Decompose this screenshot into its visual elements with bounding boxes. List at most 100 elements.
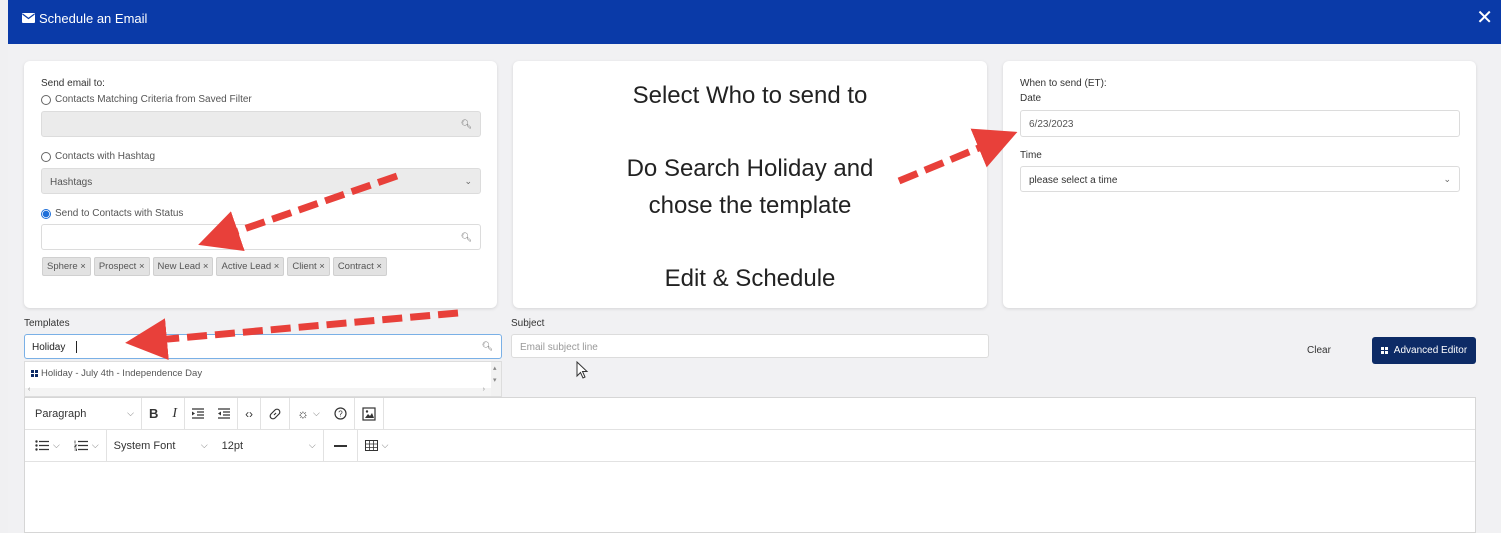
close-icon[interactable]: ✕ bbox=[1476, 8, 1493, 28]
hashtag-select[interactable]: Hashtags ⌄ bbox=[41, 168, 481, 194]
table-button[interactable]: ⌵ bbox=[358, 430, 396, 462]
scroll-up-icon[interactable]: ▴ bbox=[493, 364, 497, 372]
search-icon: 🔍︎ bbox=[481, 341, 493, 351]
chevron-down-icon: ⌵ bbox=[312, 408, 320, 418]
block-format-value: Paragraph bbox=[35, 407, 87, 420]
scroll-left-icon[interactable]: ‹ bbox=[28, 386, 30, 393]
time-label: Time bbox=[1020, 150, 1042, 161]
radio-status[interactable]: Send to Contacts with Status bbox=[41, 208, 183, 219]
editor-toolbar-row-1: Paragraph ⌵ B I ‹› ☼ ⌵ ? bbox=[25, 397, 1475, 430]
toolbar-separator bbox=[382, 397, 384, 430]
rich-text-editor[interactable]: Paragraph ⌵ B I ‹› ☼ ⌵ ? ⌵ ⌵ System Font… bbox=[24, 397, 1476, 533]
status-chip[interactable]: Client × bbox=[287, 257, 330, 276]
indent-icon bbox=[192, 408, 205, 419]
radio-button[interactable] bbox=[41, 94, 51, 105]
chevron-down-icon: ⌵ bbox=[308, 440, 316, 450]
dropdown-hscrollbar[interactable]: ‹ › bbox=[25, 386, 491, 396]
advanced-editor-label: Advanced Editor bbox=[1393, 345, 1468, 356]
radio-button-selected[interactable] bbox=[41, 208, 51, 219]
status-chip[interactable]: New Lead × bbox=[152, 257, 214, 276]
subject-input[interactable]: Email subject line bbox=[511, 334, 989, 358]
mouse-pointer-icon bbox=[576, 361, 589, 379]
radio-label: Send to Contacts with Status bbox=[55, 208, 184, 219]
chevron-down-icon: ⌵ bbox=[53, 440, 60, 450]
chevron-down-icon: ⌵ bbox=[381, 440, 389, 450]
templates-label: Templates bbox=[24, 318, 70, 329]
scroll-right-icon[interactable]: › bbox=[483, 386, 485, 393]
indent-button[interactable] bbox=[185, 398, 211, 430]
outdent-button[interactable] bbox=[211, 398, 237, 430]
radio-button[interactable] bbox=[41, 151, 51, 162]
search-icon: 🔍︎ bbox=[460, 232, 472, 242]
time-select[interactable]: please select a time ⌄ bbox=[1020, 166, 1460, 192]
text-cursor bbox=[76, 341, 77, 353]
source-code-button[interactable]: ‹› bbox=[238, 398, 260, 430]
horizontal-rule-icon bbox=[333, 444, 347, 447]
search-icon: 🔍︎ bbox=[460, 119, 472, 129]
templates-search-input[interactable]: Holiday 🔍︎ bbox=[24, 334, 502, 359]
template-icon bbox=[31, 369, 38, 377]
clear-button[interactable]: Clear bbox=[1296, 338, 1342, 362]
radio-saved-filter[interactable]: Contacts Matching Criteria from Saved Fi… bbox=[41, 94, 252, 105]
instruction-line-2b: chose the template bbox=[648, 192, 852, 219]
instruction-line-1: Select Who to send to bbox=[632, 82, 868, 109]
template-result-label: Holiday - July 4th - Independence Day bbox=[41, 368, 203, 379]
templates-search-value: Holiday bbox=[32, 342, 66, 353]
help-icon: ? bbox=[334, 407, 347, 420]
status-search-input[interactable]: 🔍︎ bbox=[41, 224, 481, 250]
radio-hashtag[interactable]: Contacts with Hashtag bbox=[41, 151, 155, 162]
status-chip[interactable]: Active Lead × bbox=[216, 257, 285, 276]
hashtag-select-value: Hashtags bbox=[50, 177, 93, 188]
color-picker-button[interactable]: ☼ ⌵ bbox=[290, 398, 327, 430]
date-value: 6/23/2023 bbox=[1029, 119, 1074, 130]
advanced-editor-button[interactable]: Advanced Editor bbox=[1372, 337, 1476, 364]
radio-label: Contacts with Hashtag bbox=[55, 151, 156, 162]
font-size-value: 12pt bbox=[221, 439, 244, 452]
recipients-heading: Send email to: bbox=[41, 78, 105, 89]
scroll-down-icon[interactable]: ▾ bbox=[493, 376, 497, 384]
date-input[interactable]: 6/23/2023 bbox=[1020, 110, 1460, 137]
chevron-down-icon: ⌄ bbox=[1443, 174, 1451, 184]
code-icon: ‹› bbox=[245, 406, 254, 421]
dialog-titlebar: Schedule an Email ✕ bbox=[8, 0, 1501, 44]
status-chip[interactable]: Sphere × bbox=[42, 257, 91, 276]
subject-label: Subject bbox=[511, 318, 545, 329]
link-icon bbox=[269, 408, 281, 419]
date-label: Date bbox=[1020, 93, 1042, 104]
font-family-select[interactable]: System Font ⌵ bbox=[107, 430, 215, 462]
chevron-down-icon: ⌵ bbox=[127, 408, 134, 418]
envelope-icon bbox=[22, 13, 35, 23]
horizontal-rule-button[interactable] bbox=[324, 430, 357, 462]
status-chip[interactable]: Contract × bbox=[332, 257, 387, 276]
templates-dropdown: Holiday - July 4th - Independence Day ▴ … bbox=[24, 361, 502, 397]
dialog-title: Schedule an Email bbox=[39, 11, 148, 26]
status-chip[interactable]: Prospect × bbox=[93, 257, 150, 276]
radio-label: Contacts Matching Criteria from Saved Fi… bbox=[55, 94, 252, 105]
template-result-item[interactable]: Holiday - July 4th - Independence Day bbox=[31, 368, 202, 379]
help-button[interactable]: ? bbox=[327, 398, 354, 430]
grid-icon bbox=[1380, 346, 1388, 354]
dropdown-scrollbar[interactable]: ▴ ▾ bbox=[491, 362, 501, 396]
status-chip-list: Sphere × Prospect × New Lead × Active Le… bbox=[42, 257, 387, 276]
outdent-icon bbox=[218, 408, 231, 419]
sun-icon: ☼ bbox=[297, 406, 309, 421]
subject-placeholder: Email subject line bbox=[520, 342, 598, 353]
table-icon bbox=[364, 440, 378, 451]
instruction-line-3: Edit & Schedule bbox=[664, 265, 836, 292]
bullet-list-icon bbox=[35, 440, 49, 451]
image-icon bbox=[362, 406, 376, 421]
bold-button[interactable]: B bbox=[142, 398, 165, 430]
saved-filter-search[interactable]: 🔍︎ bbox=[41, 111, 481, 137]
font-size-select[interactable]: 12pt ⌵ bbox=[215, 430, 323, 462]
bullet-list-button[interactable]: ⌵ bbox=[25, 430, 67, 462]
instruction-line-2a: Do Search Holiday and bbox=[626, 155, 874, 182]
time-value: please select a time bbox=[1029, 175, 1118, 186]
chevron-down-icon: ⌵ bbox=[200, 440, 208, 450]
chevron-down-icon: ⌵ bbox=[91, 440, 99, 450]
image-button[interactable] bbox=[355, 398, 383, 430]
numbered-list-button[interactable]: ⌵ bbox=[67, 430, 106, 462]
link-button[interactable] bbox=[261, 398, 289, 430]
italic-button[interactable]: I bbox=[165, 398, 184, 430]
chevron-down-icon: ⌄ bbox=[464, 176, 472, 186]
block-format-select[interactable]: Paragraph ⌵ bbox=[25, 398, 141, 430]
